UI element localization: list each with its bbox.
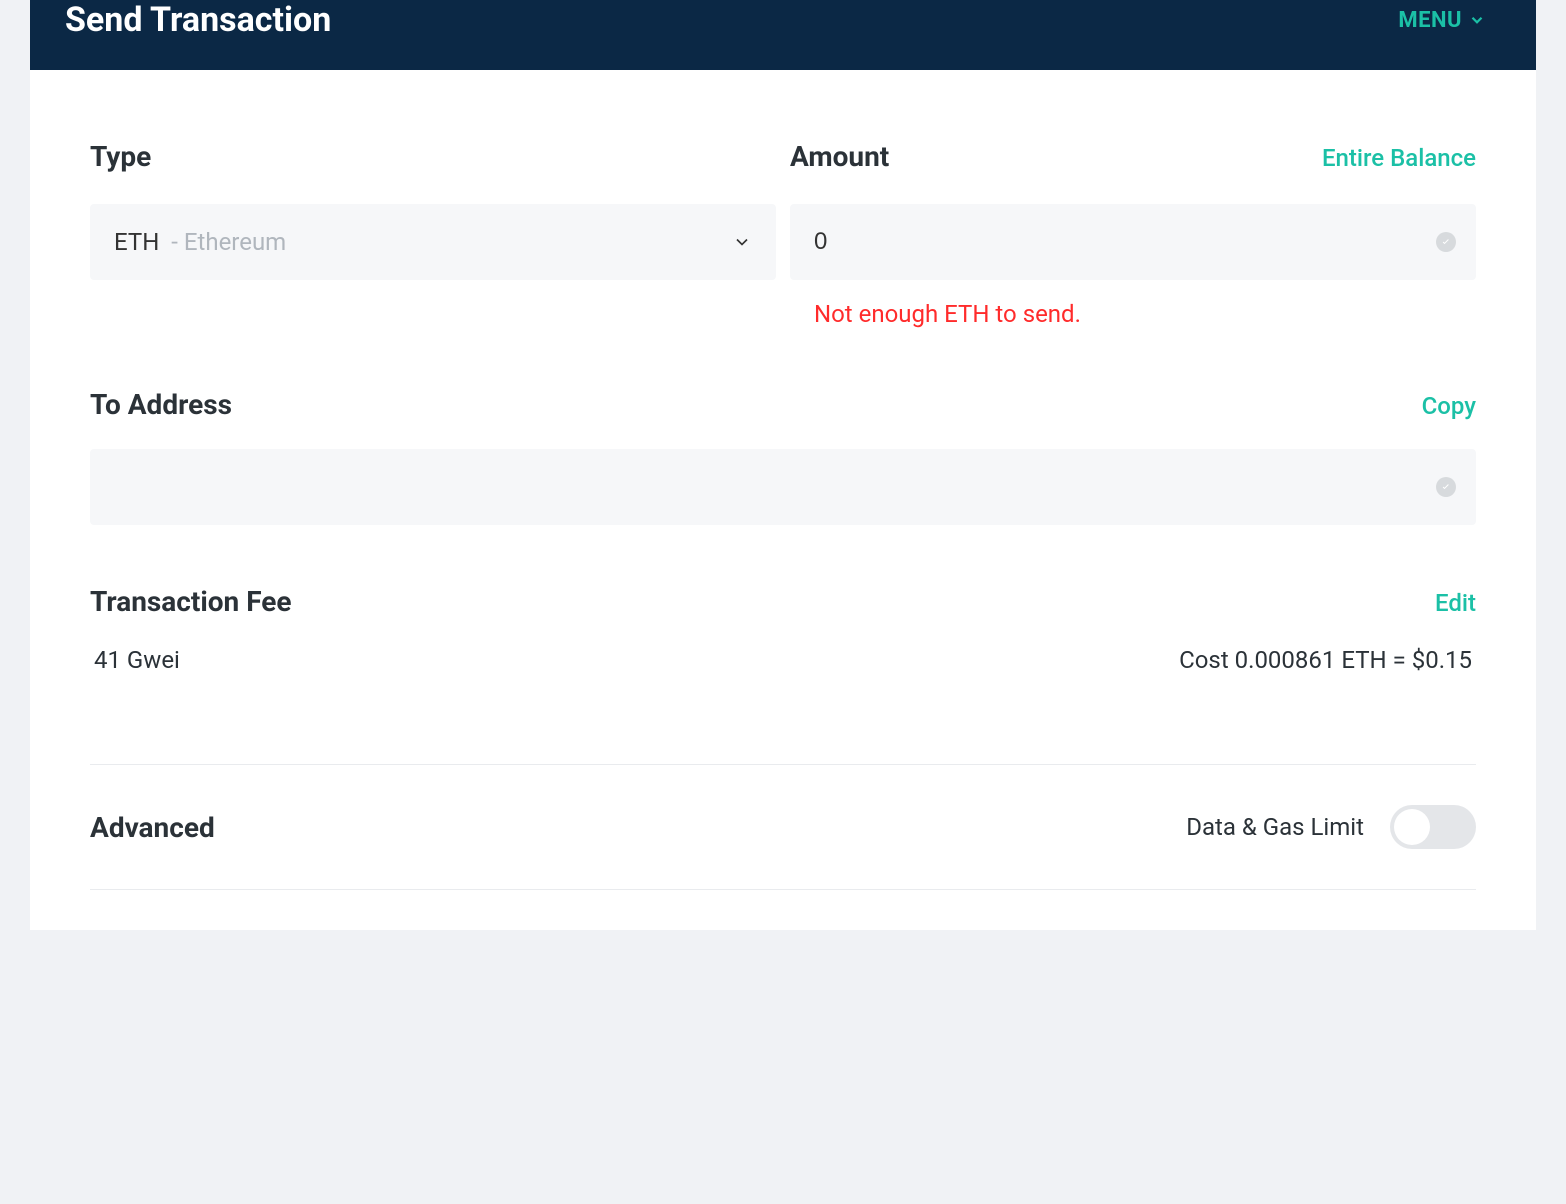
type-amount-row: Type ETH - Ethereum Amount Entire Balanc…	[90, 140, 1476, 328]
advanced-section: Advanced Data & Gas Limit	[90, 765, 1476, 890]
type-label-row: Type	[90, 140, 776, 176]
advanced-label: Advanced	[90, 811, 215, 844]
to-address-input[interactable]	[114, 473, 1452, 501]
type-symbol: ETH	[114, 228, 159, 256]
fee-edit-link[interactable]: Edit	[1435, 589, 1476, 617]
fee-label: Transaction Fee	[90, 585, 292, 618]
fee-section: Transaction Fee Edit 41 Gwei Cost 0.0008…	[90, 585, 1476, 674]
to-address-input-box	[90, 449, 1476, 525]
menu-button[interactable]: MENU	[1398, 8, 1486, 33]
copy-link[interactable]: Copy	[1422, 392, 1476, 420]
fee-cost: Cost 0.000861 ETH = $0.15	[1179, 646, 1472, 674]
advanced-controls: Data & Gas Limit	[1186, 805, 1476, 849]
amount-input[interactable]	[814, 228, 1452, 256]
fee-gwei: 41 Gwei	[94, 646, 180, 674]
to-address-label-row: To Address Copy	[90, 388, 1476, 421]
amount-input-box	[790, 204, 1476, 280]
check-icon	[1436, 477, 1456, 497]
card-header: Send Transaction MENU	[30, 0, 1536, 70]
menu-label: MENU	[1398, 8, 1462, 33]
to-address-label: To Address	[90, 388, 232, 421]
send-transaction-card: Send Transaction MENU Type ETH - Ethereu…	[30, 0, 1536, 930]
amount-label-row: Amount Entire Balance	[790, 140, 1476, 176]
type-name: - Ethereum	[171, 228, 286, 256]
entire-balance-link[interactable]: Entire Balance	[1322, 144, 1476, 172]
to-address-section: To Address Copy	[90, 388, 1476, 525]
type-dropdown[interactable]: ETH - Ethereum	[90, 204, 776, 280]
page-title: Send Transaction	[65, 0, 331, 40]
fee-label-row: Transaction Fee Edit	[90, 585, 1476, 618]
type-selected: ETH - Ethereum	[114, 228, 286, 256]
type-column: Type ETH - Ethereum	[90, 140, 776, 280]
amount-column: Amount Entire Balance Not enough ETH to …	[790, 140, 1476, 328]
data-gas-toggle[interactable]	[1390, 805, 1476, 849]
card-body: Type ETH - Ethereum Amount Entire Balanc…	[30, 70, 1536, 930]
chevron-down-icon	[1468, 11, 1486, 29]
chevron-down-icon	[732, 232, 752, 252]
type-label: Type	[90, 140, 151, 173]
check-icon	[1436, 232, 1456, 252]
fee-values: 41 Gwei Cost 0.000861 ETH = $0.15	[90, 646, 1476, 674]
toggle-knob	[1394, 809, 1430, 845]
amount-error: Not enough ETH to send.	[814, 300, 1476, 328]
toggle-label: Data & Gas Limit	[1186, 813, 1364, 841]
amount-label: Amount	[790, 140, 889, 173]
